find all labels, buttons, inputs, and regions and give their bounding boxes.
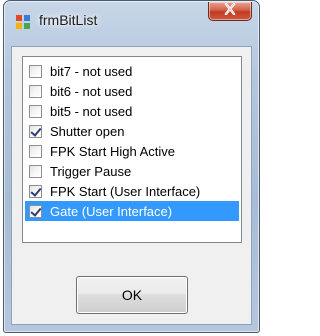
- list-item-label: bit7 - not used: [50, 63, 133, 79]
- list-item[interactable]: Gate (User Interface): [25, 201, 239, 221]
- dialog-window: frmBitList bit7 - not used bit6 - not us…: [3, 0, 260, 333]
- checkbox[interactable]: [29, 204, 42, 218]
- list-item-label: bit5 - not used: [50, 103, 133, 119]
- title-bar[interactable]: frmBitList: [4, 1, 259, 45]
- list-item[interactable]: bit7 - not used: [25, 61, 239, 81]
- list-item-label: bit6 - not used: [50, 83, 133, 99]
- checkbox[interactable]: [29, 124, 42, 138]
- list-item-label: Shutter open: [50, 123, 125, 139]
- close-button[interactable]: [208, 2, 252, 21]
- ok-button-label: OK: [121, 287, 143, 303]
- list-item[interactable]: Shutter open: [25, 121, 239, 141]
- checkbox[interactable]: [29, 84, 42, 98]
- list-item[interactable]: bit6 - not used: [25, 81, 239, 101]
- list-item-label: Trigger Pause: [50, 163, 132, 179]
- list-item-label: Gate (User Interface): [50, 203, 173, 219]
- close-icon: [223, 2, 237, 20]
- form-icon: [15, 14, 31, 30]
- checkbox[interactable]: [29, 144, 42, 158]
- list-item[interactable]: FPK Start (User Interface): [25, 181, 239, 201]
- window-title: frmBitList: [39, 12, 98, 28]
- checkbox[interactable]: [29, 184, 42, 198]
- list-item[interactable]: bit5 - not used: [25, 101, 239, 121]
- checkbox[interactable]: [29, 64, 42, 78]
- checkbox[interactable]: [29, 104, 42, 118]
- list-item[interactable]: FPK Start High Active: [25, 141, 239, 161]
- checkbox[interactable]: [29, 164, 42, 178]
- dialog-body: bit7 - not used bit6 - not used bit5 - n…: [11, 46, 252, 325]
- list-item[interactable]: Trigger Pause: [25, 161, 239, 181]
- list-item-label: FPK Start High Active: [50, 143, 175, 159]
- ok-button[interactable]: OK: [76, 276, 188, 314]
- list-item-label: FPK Start (User Interface): [50, 183, 201, 199]
- bit-checklist[interactable]: bit7 - not used bit6 - not used bit5 - n…: [22, 56, 242, 243]
